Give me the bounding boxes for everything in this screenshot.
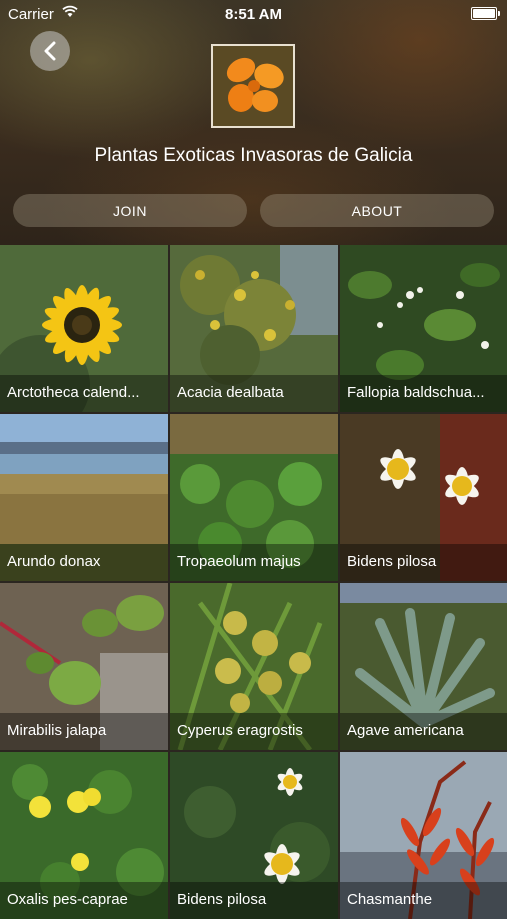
species-tile[interactable]: Cyperus eragrostis [170,583,338,750]
group-avatar [211,44,295,128]
species-tile[interactable]: Arctotheca calend... [0,245,168,412]
species-name: Mirabilis jalapa [0,713,168,750]
battery-icon [471,7,500,20]
species-name: Fallopia baldschua... [340,375,507,412]
species-name: Oxalis pes-caprae [0,882,168,919]
species-tile[interactable]: Oxalis pes-caprae [0,752,168,919]
species-tile[interactable]: Mirabilis jalapa [0,583,168,750]
species-name: Arundo donax [0,544,168,581]
status-bar: Carrier 8:51 AM [0,0,507,28]
species-name: Tropaeolum majus [170,544,338,581]
species-name: Arctotheca calend... [0,375,168,412]
about-button[interactable]: ABOUT [260,194,494,227]
species-name: Chasmanthe [340,882,507,919]
species-tile[interactable]: Tropaeolum majus [170,414,338,581]
species-name: Cyperus eragrostis [170,713,338,750]
back-button[interactable] [30,31,70,71]
species-name: Acacia dealbata [170,375,338,412]
clock: 8:51 AM [225,6,282,23]
species-name: Agave americana [340,713,507,750]
chevron-left-icon [43,41,57,61]
species-tile[interactable]: Fallopia baldschua... [340,245,507,412]
species-tile[interactable]: Bidens pilosa [340,414,507,581]
species-name: Bidens pilosa [340,544,507,581]
group-title: Plantas Exoticas Invasoras de Galicia [94,145,413,166]
join-button[interactable]: JOIN [13,194,247,227]
species-tile[interactable]: Bidens pilosa [170,752,338,919]
species-name: Bidens pilosa [170,882,338,919]
species-tile[interactable]: Arundo donax [0,414,168,581]
species-tile[interactable]: Acacia dealbata [170,245,338,412]
species-tile[interactable]: Agave americana [340,583,507,750]
species-grid: Arctotheca calend... Acacia dealbata Fal… [0,245,507,919]
group-header: Carrier 8:51 AM Plantas Exoticas Invasor… [0,0,507,245]
species-tile[interactable]: Chasmanthe [340,752,507,919]
